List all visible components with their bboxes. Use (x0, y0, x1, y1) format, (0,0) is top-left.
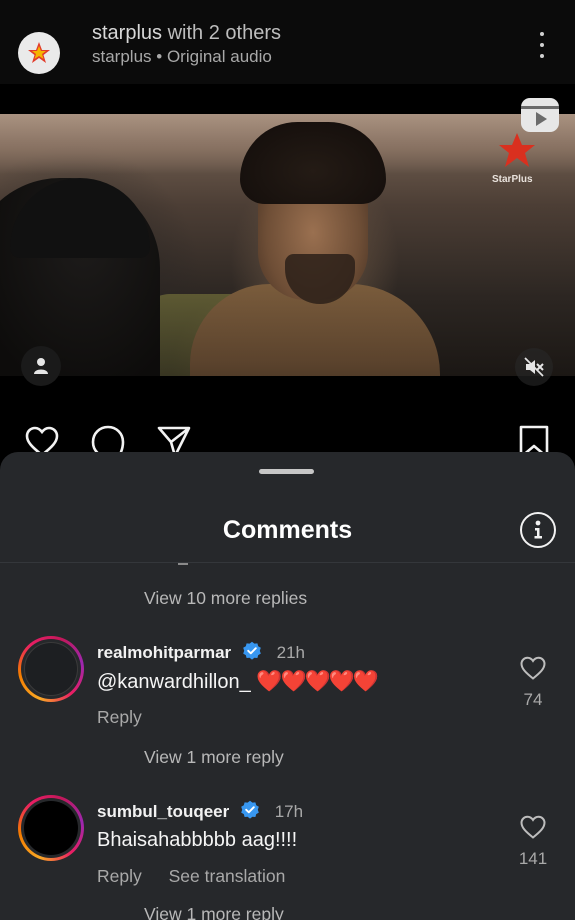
comment-actions: Reply (97, 707, 142, 728)
sheet-divider (0, 562, 575, 563)
verified-badge-icon (243, 641, 261, 660)
comment-like-count: 141 (518, 849, 548, 868)
tagged-users-icon[interactable] (21, 346, 61, 386)
reels-icon (521, 98, 559, 132)
comment-time: 21h (276, 643, 306, 662)
commenter-avatar[interactable] (18, 795, 84, 861)
audio-label[interactable]: Original audio (167, 47, 272, 66)
info-icon[interactable] (520, 512, 556, 548)
verified-badge-icon (241, 800, 259, 819)
comments-sheet: Comments View 10 more replies realmohitp… (0, 452, 575, 920)
watermark-text: StarPlus (492, 174, 533, 185)
view-more-replies-link[interactable]: View 10 more replies (144, 588, 307, 609)
post-header: starplus with 2 others starplus • Origin… (0, 0, 575, 84)
post-actions (0, 408, 575, 460)
post-subtitle[interactable]: starplus • Original audio (92, 47, 272, 67)
comment-emoji: ❤️❤️❤️❤️❤️ (256, 670, 379, 693)
subtitle-author: starplus (92, 47, 152, 66)
post-collaborators[interactable]: with 2 others (168, 22, 281, 44)
reply-button[interactable]: Reply (97, 707, 142, 727)
video-frame: StarPlus (0, 114, 575, 376)
reel-video[interactable]: StarPlus (0, 84, 575, 408)
comment-like-icon[interactable] (519, 813, 547, 841)
author-avatar[interactable] (18, 32, 60, 74)
muted-icon[interactable] (515, 348, 553, 386)
comment-text: Bhaisahabbbbb aag!!!! (97, 829, 298, 851)
sheet-drag-handle[interactable] (259, 469, 314, 474)
clipped-text-fragment (178, 563, 188, 565)
subtitle-separator: • (156, 47, 163, 66)
sheet-title: Comments (222, 516, 353, 544)
commenter-avatar[interactable] (18, 636, 84, 702)
see-translation-button[interactable]: See translation (169, 866, 286, 886)
starplus-logo-icon (28, 42, 50, 63)
comment-mention[interactable]: @kanwardhillon_ (97, 671, 251, 693)
comment-username[interactable]: sumbul_touqeer (97, 802, 229, 821)
comment-actions: Reply See translation (97, 866, 285, 887)
comment-like-icon[interactable] (519, 654, 547, 682)
comment-text: @kanwardhillon_ ❤️❤️❤️❤️❤️ (97, 670, 379, 694)
comment-item: realmohitparmar 21h @kanwardhillon_ ❤️❤️… (0, 636, 575, 746)
post-author[interactable]: starplus (92, 22, 162, 44)
reply-button[interactable]: Reply (97, 866, 142, 886)
comment-item: sumbul_touqeer 17h Bhaisahabbbbb aag!!!!… (0, 795, 575, 905)
post-title[interactable]: starplus with 2 others (92, 22, 281, 45)
comment-time: 17h (274, 802, 304, 821)
view-more-replies-link[interactable]: View 1 more reply (144, 747, 284, 768)
comment-username[interactable]: realmohitparmar (97, 643, 231, 662)
starplus-watermark-icon (499, 133, 535, 167)
more-options-icon[interactable] (532, 30, 552, 60)
view-more-replies-link[interactable]: View 1 more reply (144, 904, 284, 920)
comment-like-count: 74 (523, 690, 543, 709)
